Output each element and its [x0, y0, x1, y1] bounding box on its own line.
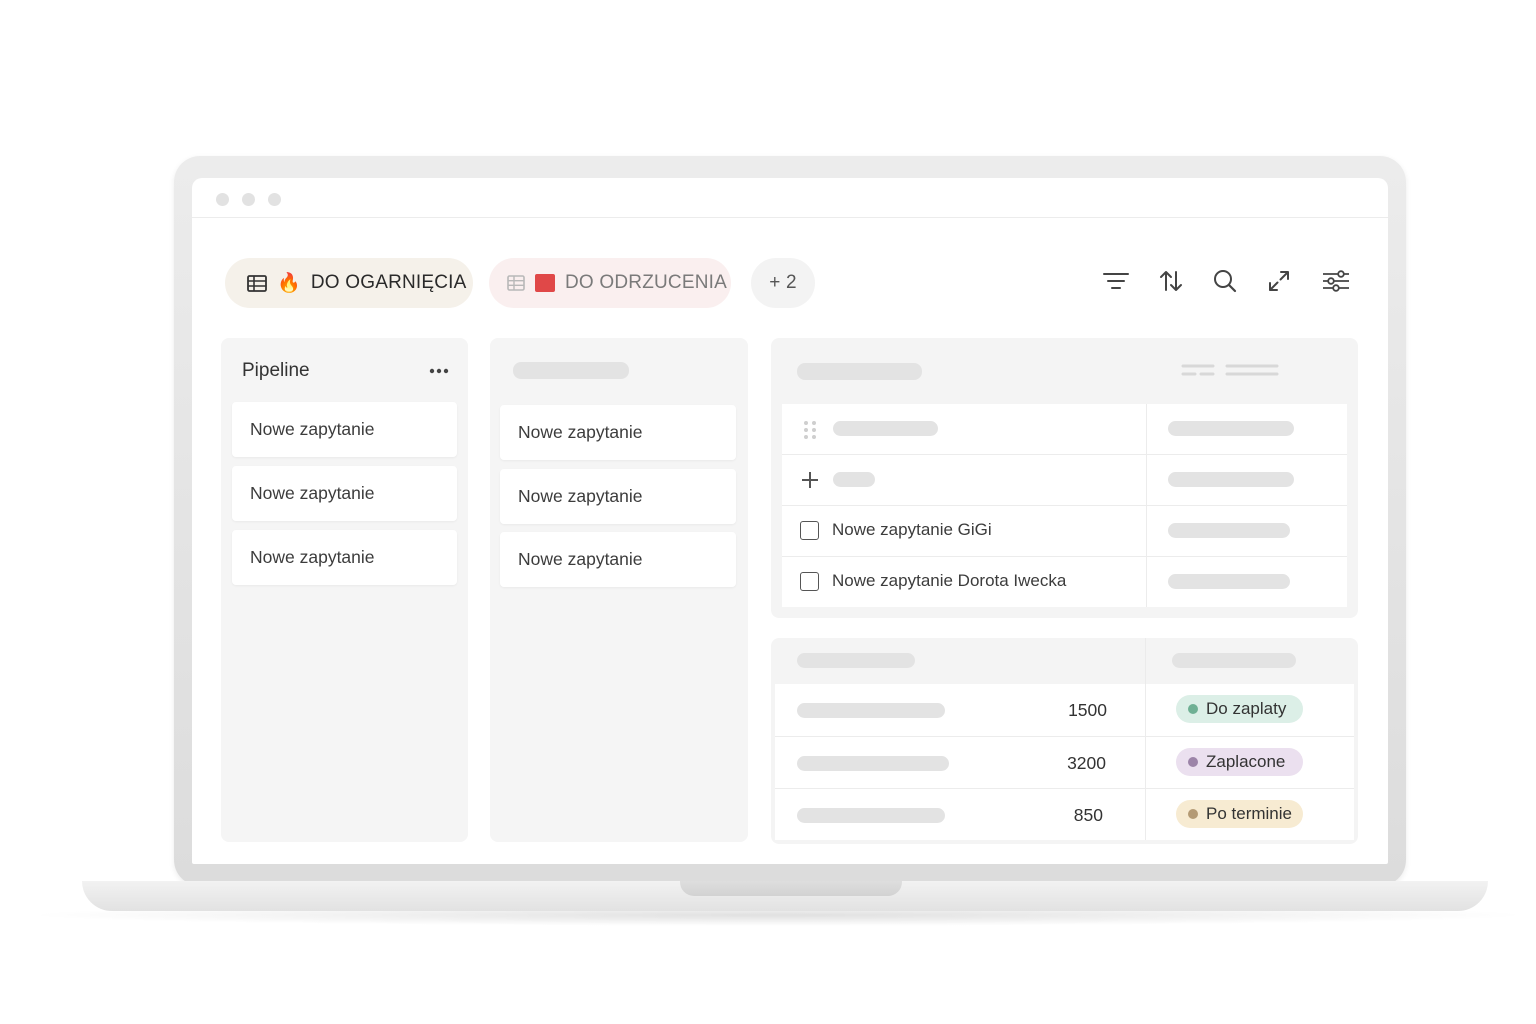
pipeline-card[interactable]: Nowe zapytanie: [500, 405, 736, 460]
status-badge[interactable]: Zaplacone: [1176, 748, 1303, 776]
header-placeholder: [797, 653, 915, 668]
amount-value: 3200: [1067, 753, 1106, 773]
expand-icon[interactable]: [1264, 266, 1294, 296]
table-row[interactable]: [782, 404, 1347, 454]
laptop-scene: 🔥 DO OGARNIĘCIA DO ODRZUCENIA + 2 Pipeli…: [0, 0, 1536, 1024]
tab-more-label: + 2: [769, 272, 797, 293]
column-title: Pipeline: [242, 360, 310, 381]
tab-label: DO ODRZUCENIA: [565, 272, 727, 293]
pipeline-card[interactable]: Nowe zapytanie: [232, 402, 457, 457]
filter-icon[interactable]: [1101, 266, 1131, 296]
status-label: Do zaplaty: [1206, 699, 1287, 718]
tab-do-ogarniecia[interactable]: 🔥 DO OGARNIĘCIA: [225, 258, 473, 308]
row-placeholder: [797, 703, 945, 718]
second-column: Nowe zapytanie Nowe zapytanie Nowe zapyt…: [490, 338, 748, 842]
task-checkbox[interactable]: [800, 521, 819, 540]
row-placeholder: [797, 808, 945, 823]
header-placeholder: [1172, 653, 1296, 668]
pipeline-column: Pipeline Nowe zapytanie Nowe zapytanie N…: [221, 338, 468, 842]
settings-sliders-icon[interactable]: [1321, 266, 1351, 296]
app-window: 🔥 DO OGARNIĘCIA DO ODRZUCENIA + 2 Pipeli…: [192, 178, 1388, 864]
task-label: Nowe zapytanie GiGi: [832, 520, 992, 539]
header-divider: [1145, 638, 1146, 684]
row-placeholder: [797, 756, 949, 771]
status-label: Po terminie: [1206, 804, 1292, 823]
table-row[interactable]: 850 Po terminie: [775, 788, 1354, 840]
table-icon: [507, 275, 525, 291]
amount-value: 850: [1073, 805, 1103, 825]
pipeline-card[interactable]: Nowe zapytanie: [500, 469, 736, 524]
window-titlebar: [192, 178, 1388, 218]
cell-placeholder: [1168, 523, 1290, 538]
tab-label: DO OGARNIĘCIA: [310, 272, 467, 293]
status-dot: [1188, 757, 1198, 767]
window-close-dot[interactable]: [216, 193, 229, 206]
cell-placeholder: [1168, 574, 1290, 589]
task-table-panel: Nowe zapytanie GiGi Nowe zapytanie Dorot…: [771, 338, 1358, 618]
more-options-icon[interactable]: [428, 360, 450, 382]
table-icon: [247, 274, 267, 292]
view-toggle-icon[interactable]: [1181, 362, 1281, 380]
cell-placeholder: [1168, 472, 1294, 487]
task-table: Nowe zapytanie GiGi Nowe zapytanie Dorot…: [782, 404, 1347, 607]
row-placeholder: [833, 421, 938, 436]
window-minimize-dot[interactable]: [242, 193, 255, 206]
task-label: Nowe zapytanie Dorota Iwecka: [832, 571, 1067, 590]
table-row[interactable]: Nowe zapytanie Dorota Iwecka: [782, 556, 1347, 606]
laptop-notch: [680, 881, 902, 896]
amount-value: 1500: [1068, 700, 1107, 720]
status-dot: [1188, 809, 1198, 819]
invoice-table-panel: 1500 Do zaplaty 3200 Zaplacone 850 Po te…: [771, 638, 1358, 844]
table-row[interactable]: 1500 Do zaplaty: [775, 684, 1354, 736]
status-badge[interactable]: Po terminie: [1176, 800, 1303, 828]
sort-icon[interactable]: [1156, 266, 1186, 296]
status-badge[interactable]: Do zaplaty: [1176, 695, 1303, 723]
row-placeholder: [833, 472, 875, 487]
column-title-placeholder: [513, 362, 629, 379]
red-square-icon: [535, 274, 555, 292]
tab-more[interactable]: + 2: [751, 258, 815, 308]
table-row[interactable]: 3200 Zaplacone: [775, 736, 1354, 788]
status-label: Zaplacone: [1206, 752, 1286, 771]
status-dot: [1188, 704, 1198, 714]
fire-icon: 🔥: [277, 273, 301, 294]
table-row[interactable]: Nowe zapytanie GiGi: [782, 505, 1347, 555]
window-maximize-dot[interactable]: [268, 193, 281, 206]
add-row[interactable]: [782, 454, 1347, 504]
cell-placeholder: [1168, 421, 1294, 436]
pipeline-card[interactable]: Nowe zapytanie: [232, 466, 457, 521]
task-checkbox[interactable]: [800, 572, 819, 591]
pipeline-card[interactable]: Nowe zapytanie: [232, 530, 457, 585]
plus-icon[interactable]: [800, 470, 820, 495]
drag-handle-icon[interactable]: [803, 420, 817, 445]
panel-title-placeholder: [797, 363, 922, 380]
invoice-table: 1500 Do zaplaty 3200 Zaplacone 850 Po te…: [775, 684, 1354, 840]
pipeline-card[interactable]: Nowe zapytanie: [500, 532, 736, 587]
tab-do-odrzucenia[interactable]: DO ODRZUCENIA: [489, 258, 731, 308]
search-icon[interactable]: [1210, 266, 1240, 296]
